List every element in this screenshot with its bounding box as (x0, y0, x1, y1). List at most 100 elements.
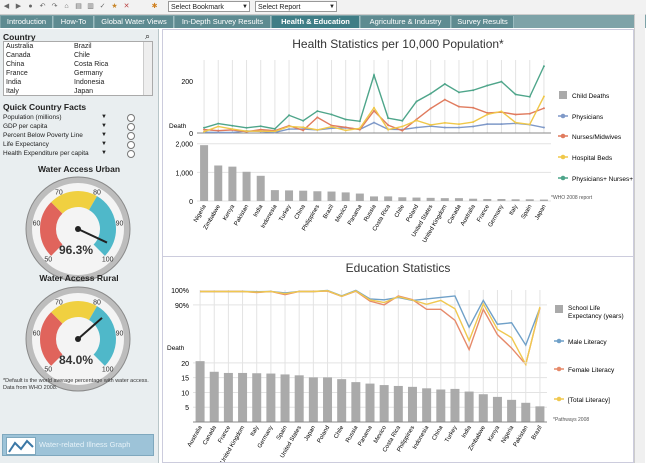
bar (379, 385, 389, 422)
country-item[interactable]: China (6, 61, 24, 68)
data-point (486, 84, 489, 87)
country-item[interactable]: Australia (6, 43, 33, 50)
data-point (500, 123, 503, 126)
x-tick-label: Kenya (487, 424, 501, 442)
bookmark-select[interactable]: Select Bookmark ▼ (168, 1, 250, 12)
radio-button[interactable] (127, 150, 135, 158)
data-point (373, 109, 375, 112)
tab-survey-results[interactable]: Survey Results (452, 16, 514, 28)
data-point (373, 121, 375, 124)
country-item[interactable]: Canada (6, 52, 31, 59)
bar (535, 406, 545, 422)
check-icon[interactable]: ✓ (98, 2, 107, 11)
country-item[interactable]: Germany (74, 70, 103, 77)
country-item[interactable]: Japan (74, 88, 93, 95)
stop-icon[interactable]: ● (26, 2, 35, 11)
illness-graph-button[interactable]: Water-related Illness Graph (2, 434, 154, 456)
report-select-label: Select Report (258, 4, 301, 11)
sort-icon[interactable]: ▼ (101, 140, 107, 149)
legend-label: Hospital Beds (572, 155, 613, 162)
data-point (457, 91, 460, 94)
sort-icon[interactable]: ▼ (101, 113, 107, 122)
legend-label: [Total Literacy] (568, 397, 610, 404)
bar (266, 373, 276, 422)
country-item[interactable]: Chile (74, 52, 90, 59)
data-point (288, 128, 291, 131)
tab-how-to[interactable]: How-To (54, 16, 94, 28)
tab-agriculture-industry[interactable]: Agriculture & Industry (361, 16, 451, 28)
bar (252, 373, 262, 422)
quick-fact-row[interactable]: Health Expenditure per capita ▼ (3, 149, 153, 158)
quick-fact-row[interactable]: Population (millions) ▼ (3, 113, 153, 122)
x-tick-label: India (461, 424, 473, 439)
y-tick-label: 200 (181, 79, 193, 86)
sort-icon[interactable]: ▼ (101, 122, 107, 131)
data-point (203, 126, 206, 129)
clear-icon[interactable]: ✕ (122, 2, 131, 11)
gauge-tick-label: 90 (116, 220, 124, 227)
data-point (528, 123, 531, 126)
folder-icon[interactable]: ▤ (74, 2, 83, 11)
tab-introduction[interactable]: Introduction (1, 16, 53, 28)
x-tick-label: Mexico (335, 203, 350, 223)
vertical-scrollbar[interactable] (634, 14, 645, 463)
data-point (429, 92, 432, 95)
home-icon[interactable]: ⌂ (62, 2, 71, 11)
tab-in-depth-survey-results[interactable]: In-Depth Survey Results (175, 16, 271, 28)
data-point (542, 107, 545, 110)
gauge-hub (75, 336, 81, 342)
x-tick-label: Spain (276, 425, 289, 441)
y-tick-label: 1,000 (175, 170, 193, 177)
data-point (273, 130, 276, 133)
tab-global-water-views[interactable]: Global Water Views (95, 16, 174, 28)
forward-icon[interactable]: ▶ (14, 2, 23, 11)
data-point (273, 127, 276, 130)
quick-fact-row[interactable]: Life Expectancy ▼ (3, 140, 153, 149)
bookmark-icon[interactable]: ★ (110, 2, 119, 11)
data-point (486, 123, 489, 126)
y-axis-label: Death (167, 345, 185, 352)
data-point (514, 113, 517, 116)
radio-button[interactable] (127, 123, 135, 131)
radio-button[interactable] (127, 114, 135, 122)
country-item[interactable]: Costa Rica (74, 61, 108, 68)
data-point (344, 118, 347, 121)
star-icon[interactable]: ✱ (150, 2, 159, 11)
radio-button[interactable] (127, 141, 135, 149)
quick-fact-label: GDP per capita (3, 123, 48, 130)
country-item[interactable]: Italy (6, 88, 19, 95)
redo-icon[interactable]: ↷ (50, 2, 59, 11)
radio-button[interactable] (127, 132, 135, 140)
gauge-value-urban: 96.3% (58, 243, 94, 257)
bar (422, 388, 432, 422)
gauge-tick-label: 70 (55, 190, 63, 197)
bar (209, 371, 219, 422)
country-listbox[interactable]: Australia Canada China France India Ital… (3, 41, 153, 96)
country-item[interactable]: Indonesia (74, 79, 104, 86)
quick-fact-row[interactable]: GDP per capita ▼ (3, 122, 153, 131)
data-point (387, 117, 390, 120)
x-tick-label: Australia (187, 424, 204, 448)
report-select[interactable]: Select Report ▼ (255, 1, 337, 12)
gauge-value-rural: 84.0% (58, 353, 94, 367)
y-tick-label: 0 (189, 131, 193, 138)
quick-fact-row[interactable]: Percent Below Poverty Line ▼ (3, 131, 153, 140)
y-tick-label: 2,000 (175, 142, 193, 149)
country-scrollbar[interactable] (143, 42, 152, 95)
undo-icon[interactable]: ↶ (38, 2, 47, 11)
country-item[interactable]: Brazil (74, 43, 92, 50)
bar (242, 171, 251, 201)
legend-swatch (559, 91, 567, 99)
sort-icon[interactable]: ▼ (101, 149, 107, 158)
back-icon[interactable]: ◀ (2, 2, 11, 11)
print-icon[interactable]: ▥ (86, 2, 95, 11)
x-tick-label: Japan (304, 425, 317, 442)
bar (521, 402, 531, 422)
country-item[interactable]: India (6, 79, 21, 86)
tab-health-education[interactable]: Health & Education (272, 16, 360, 28)
country-item[interactable]: France (6, 70, 28, 77)
gauge-urban: 50 60 70 80 90 100 (25, 176, 131, 282)
sort-icon[interactable]: ▼ (101, 131, 107, 140)
x-tick-label: France (476, 203, 491, 223)
data-point (217, 131, 220, 134)
